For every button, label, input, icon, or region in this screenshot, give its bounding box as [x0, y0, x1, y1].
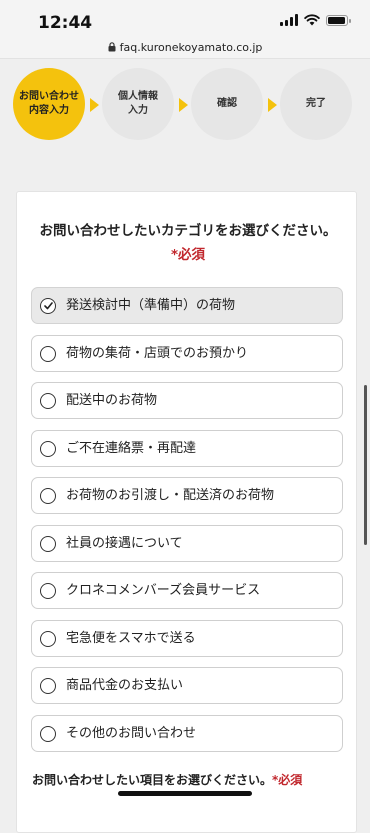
checked-radio-icon [40, 298, 56, 314]
category-option[interactable]: 宅急便をスマホで送る [31, 619, 343, 657]
status-time: 12:44 [38, 13, 93, 33]
radio-icon [40, 488, 56, 504]
category-option[interactable]: 配送中のお荷物 [31, 382, 343, 419]
radio-icon [40, 393, 56, 409]
option-label: 配送中のお荷物 [66, 393, 158, 408]
category-options: 発送検討中（準備中）の荷物 荷物の集荷・店頭でのお預かり 配送中のお荷物 ご不在… [31, 287, 343, 762]
progress-steps: お問い合わせ 内容入力 個人情報 入力 確認 完了 [0, 60, 370, 150]
step-label: 確認 [217, 97, 237, 109]
step-personal-info: 個人情報 入力 [102, 68, 174, 140]
option-label: 宅急便をスマホで送る [66, 630, 196, 646]
lock-icon [108, 42, 116, 52]
step-label: お問い合わせ 内容入力 [19, 90, 79, 117]
radio-icon [40, 535, 56, 552]
step-label: 個人情報 入力 [118, 90, 158, 117]
radio-icon [40, 725, 56, 742]
option-label: お荷物のお引渡し・配送済のお荷物 [66, 488, 275, 503]
scrollbar[interactable] [364, 385, 367, 545]
required-mark: *必須 [272, 773, 303, 787]
category-option[interactable]: お荷物のお引渡し・配送済のお荷物 [31, 477, 343, 514]
category-option[interactable]: 商品代金のお支払い [31, 667, 343, 704]
option-label: ご不在連絡票・再配達 [66, 440, 197, 456]
option-label: クロネコメンバーズ会員サービス [66, 583, 261, 598]
status-icons [280, 14, 351, 26]
radio-icon [40, 345, 56, 362]
required-mark: *必須 [170, 246, 206, 263]
category-option[interactable]: 発送検討中（準備中）の荷物 [31, 287, 343, 324]
item-question-text: お問い合わせしたい項目をお選びください。 [32, 773, 273, 787]
step-inquiry: お問い合わせ 内容入力 [13, 68, 85, 140]
status-bar: 12:44 [0, 0, 370, 36]
category-option[interactable]: クロネコメンバーズ会員サービス [31, 572, 343, 609]
home-indicator[interactable] [118, 791, 252, 796]
url-bar[interactable]: faq.kuronekoyamato.co.jp [0, 36, 370, 59]
category-option[interactable]: 荷物の集荷・店頭でのお預かり [31, 334, 343, 372]
option-label: 荷物の集荷・店頭でのお預かり [66, 345, 249, 361]
option-label: 社員の接遇について [66, 535, 183, 551]
category-option[interactable]: その他のお問い合わせ [31, 714, 343, 752]
question-text: お問い合わせしたいカテゴリをお選びください。 [39, 223, 337, 239]
inquiry-form-card: お問い合わせしたいカテゴリをお選びください。 *必須 発送検討中（準備中）の荷物 … [16, 191, 357, 833]
battery-icon [326, 14, 351, 26]
item-question: お問い合わせしたい項目をお選びください。*必須 [32, 771, 352, 788]
wifi-icon [304, 14, 320, 26]
option-label: 商品代金のお支払い [66, 678, 184, 693]
cellular-signal-icon [280, 14, 298, 26]
category-question: お問い合わせしたいカテゴリをお選びください。 *必須 [39, 220, 337, 267]
url-text: faq.kuronekoyamato.co.jp [119, 40, 263, 54]
step-arrow-icon [179, 98, 188, 112]
step-arrow-icon [90, 98, 99, 112]
option-label: その他のお問い合わせ [66, 725, 197, 741]
step-confirm: 確認 [191, 68, 263, 140]
step-complete: 完了 [280, 68, 352, 140]
category-option[interactable]: 社員の接遇について [31, 524, 343, 562]
step-arrow-icon [268, 98, 277, 112]
radio-icon [40, 583, 56, 599]
step-label: 完了 [306, 97, 326, 109]
category-option[interactable]: ご不在連絡票・再配達 [31, 429, 343, 467]
option-label: 発送検討中（準備中）の荷物 [66, 298, 236, 313]
radio-icon [40, 630, 56, 647]
radio-icon [40, 440, 56, 457]
radio-icon [40, 678, 56, 694]
